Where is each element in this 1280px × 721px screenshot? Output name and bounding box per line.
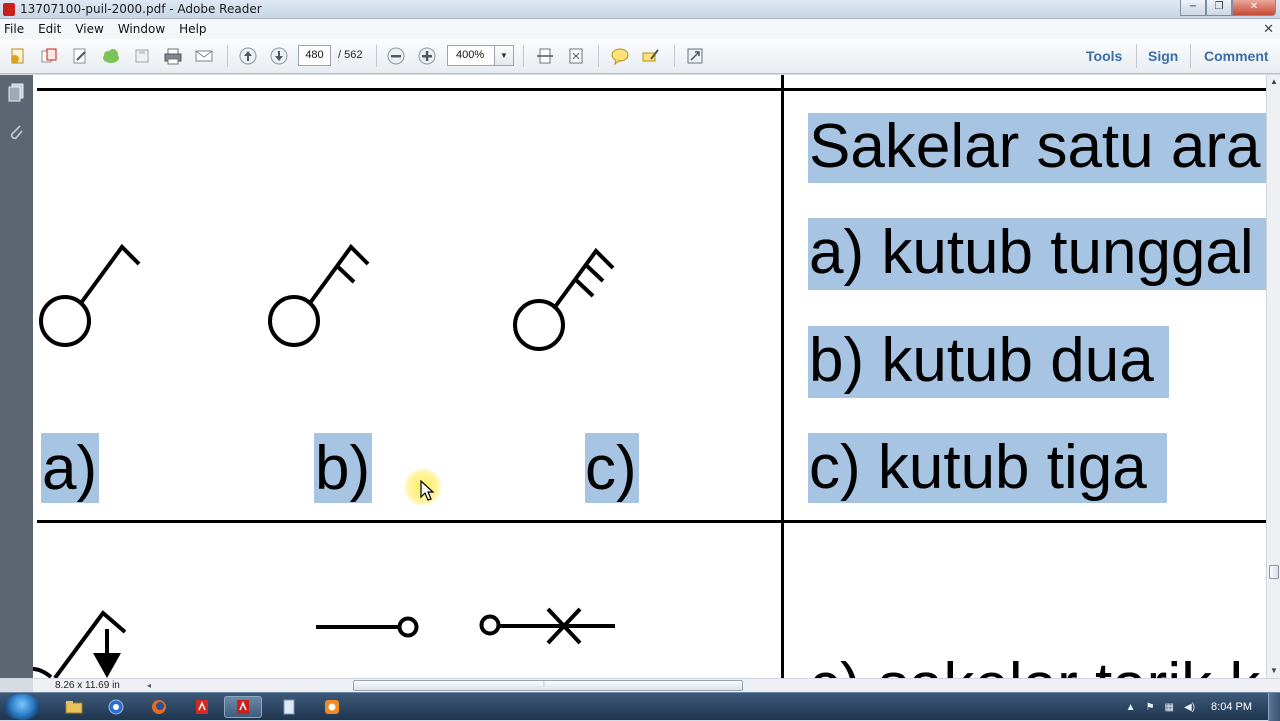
chrome-taskbar-icon[interactable] bbox=[97, 696, 135, 718]
scroll-left-arrow-icon[interactable]: ◂ bbox=[147, 679, 151, 693]
zoom-out-icon[interactable] bbox=[385, 46, 407, 66]
window-controls: − ❐ ✕ bbox=[1180, 0, 1276, 16]
close-button[interactable]: ✕ bbox=[1232, 0, 1276, 16]
fit-page-icon[interactable] bbox=[565, 46, 587, 66]
contact-cross-symbol bbox=[479, 607, 615, 645]
pdf-app-taskbar-icon[interactable] bbox=[183, 696, 221, 718]
create-pdf-icon[interactable] bbox=[7, 46, 29, 66]
desc-sakelar-tarik-partial: c) sakelar tarik k bbox=[809, 655, 1260, 679]
horizontal-scroll-thumb[interactable]: ⦙ bbox=[353, 679, 743, 691]
tray-expand-icon[interactable]: ▲ bbox=[1126, 702, 1136, 713]
taskbar: ▲ ⚑ ▦ ◀) 8:04 PM bbox=[0, 692, 1280, 721]
print-icon[interactable] bbox=[162, 46, 184, 66]
next-page-icon[interactable] bbox=[268, 46, 290, 66]
vertical-scrollbar[interactable]: ▲ ▼ bbox=[1266, 75, 1280, 678]
email-icon[interactable] bbox=[193, 46, 215, 66]
mouse-pointer-icon bbox=[420, 480, 435, 501]
network-icon[interactable]: ▦ bbox=[1165, 702, 1174, 713]
zoom-dropdown-arrow-icon[interactable]: ▼ bbox=[494, 45, 514, 66]
minimize-button[interactable]: − bbox=[1180, 0, 1206, 16]
option-label-a: a) bbox=[42, 434, 98, 503]
menu-bar: File Edit View Window Help ✕ bbox=[0, 19, 1280, 39]
bottom-row-symbols bbox=[33, 607, 615, 678]
switch-triple-pole-symbol bbox=[513, 247, 615, 351]
adobe-reader-icon bbox=[3, 3, 15, 16]
notepad-taskbar-icon[interactable] bbox=[270, 696, 308, 718]
page-total: / 562 bbox=[338, 49, 363, 61]
sign-button[interactable]: Sign bbox=[1148, 48, 1178, 64]
table-column-divider bbox=[781, 75, 784, 678]
option-label-b: b) bbox=[315, 434, 371, 503]
volume-icon[interactable]: ◀) bbox=[1184, 702, 1195, 713]
scroll-down-arrow-icon[interactable]: ▼ bbox=[1267, 664, 1280, 678]
menu-window[interactable]: Window bbox=[118, 22, 165, 36]
page-number-input[interactable]: 480 bbox=[298, 45, 331, 66]
sticky-note-icon[interactable] bbox=[609, 46, 631, 66]
pages-panel-icon[interactable] bbox=[8, 83, 25, 103]
scroll-grip-icon: ⦙ bbox=[543, 679, 545, 688]
table-top-border bbox=[37, 88, 1266, 91]
zoom-in-icon[interactable] bbox=[416, 46, 438, 66]
edit-document-icon[interactable] bbox=[69, 46, 91, 66]
highlight-text-icon[interactable] bbox=[640, 46, 662, 66]
desc-kutub-tunggal: a) kutub tunggal bbox=[809, 218, 1254, 287]
combine-files-icon[interactable] bbox=[38, 46, 60, 66]
previous-page-icon[interactable] bbox=[237, 46, 259, 66]
comment-button[interactable]: Comment bbox=[1204, 48, 1269, 64]
contact-terminal-symbol bbox=[316, 616, 419, 638]
system-tray: ▲ ⚑ ▦ ◀) 8:04 PM bbox=[1126, 693, 1270, 721]
show-desktop-button[interactable] bbox=[1268, 693, 1280, 721]
adobe-reader-taskbar-icon[interactable] bbox=[224, 696, 262, 718]
desc-kutub-tiga: c) kutub tiga bbox=[809, 433, 1147, 502]
flag-icon[interactable]: ⚑ bbox=[1146, 702, 1155, 713]
firefox-taskbar-icon[interactable] bbox=[140, 696, 178, 718]
menu-edit[interactable]: Edit bbox=[38, 22, 61, 36]
heading-sakelar: Sakelar satu ara bbox=[809, 112, 1261, 181]
desc-kutub-dua: b) kutub dua bbox=[809, 326, 1154, 395]
page-size-readout: 8.26 x 11.69 in bbox=[55, 680, 120, 691]
tools-button[interactable]: Tools bbox=[1086, 48, 1122, 64]
option-label-c: c) bbox=[585, 434, 637, 503]
recorder-taskbar-icon[interactable] bbox=[313, 696, 351, 718]
full-screen-icon[interactable] bbox=[684, 46, 706, 66]
menu-help[interactable]: Help bbox=[179, 22, 206, 36]
cloud-upload-icon[interactable] bbox=[100, 46, 122, 66]
switch-symbols bbox=[39, 243, 615, 351]
document-page: a) b) c) Sakelar satu ara a) kutub tungg… bbox=[33, 75, 1266, 678]
fit-width-icon[interactable] bbox=[534, 46, 556, 66]
start-button-icon[interactable] bbox=[4, 694, 40, 720]
menu-file[interactable]: File bbox=[4, 22, 24, 36]
switch-pull-symbol bbox=[33, 610, 127, 678]
explorer-taskbar-icon[interactable] bbox=[55, 696, 93, 718]
save-icon[interactable] bbox=[131, 46, 153, 66]
close-document-icon[interactable]: ✕ bbox=[1263, 21, 1274, 37]
clock[interactable]: 8:04 PM bbox=[1211, 701, 1252, 713]
scroll-up-arrow-icon[interactable]: ▲ bbox=[1267, 75, 1280, 89]
window-title: 13707100-puil-2000.pdf - Adobe Reader bbox=[20, 2, 262, 16]
switch-single-pole-symbol bbox=[39, 243, 141, 347]
table-row-divider bbox=[37, 520, 1266, 523]
navigation-pane bbox=[0, 75, 33, 678]
maximize-button[interactable]: ❐ bbox=[1206, 0, 1232, 16]
vertical-scroll-thumb[interactable] bbox=[1269, 565, 1279, 579]
menu-view[interactable]: View bbox=[75, 22, 103, 36]
status-bar: 8.26 x 11.69 in ◂ ⦙ bbox=[33, 678, 1280, 692]
attachments-paperclip-icon[interactable] bbox=[8, 123, 25, 143]
switch-double-pole-symbol bbox=[268, 243, 370, 347]
title-bar: 13707100-puil-2000.pdf - Adobe Reader − … bbox=[0, 0, 1280, 19]
